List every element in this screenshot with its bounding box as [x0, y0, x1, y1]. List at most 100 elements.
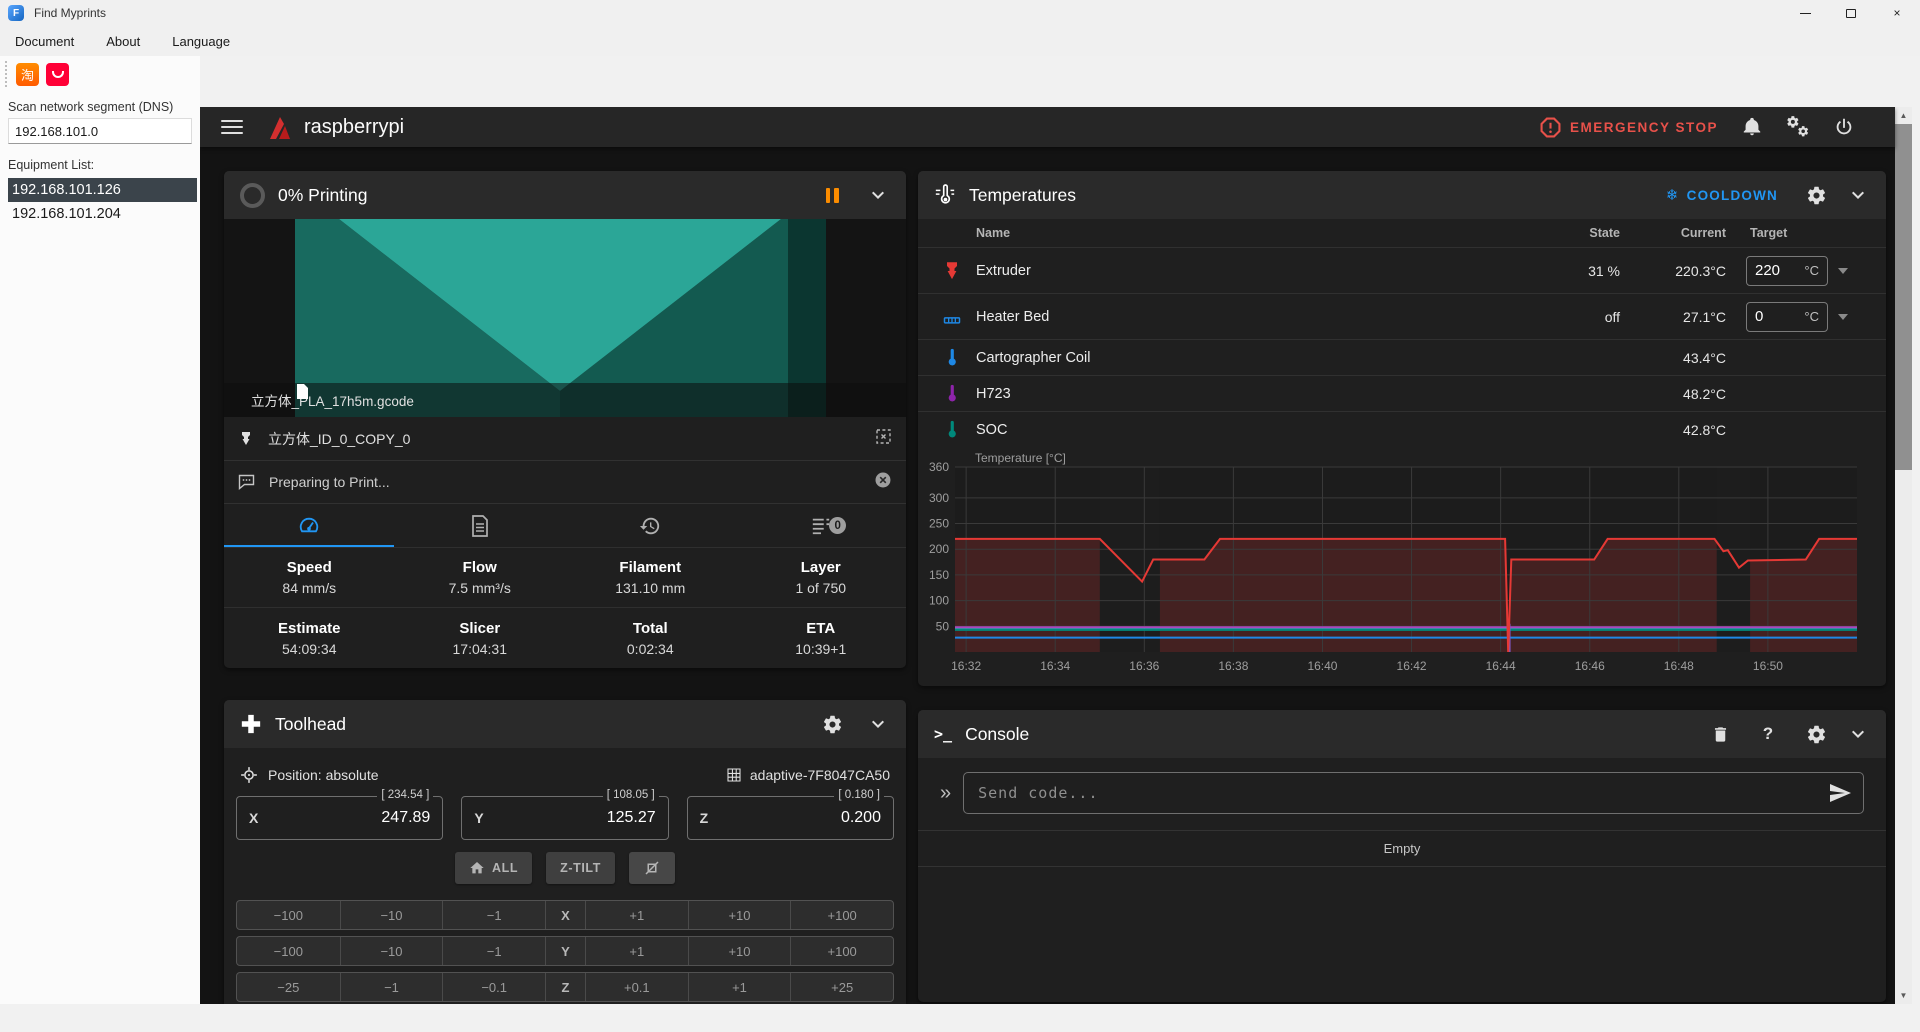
console-gear-icon[interactable]	[1804, 722, 1828, 746]
pause-button[interactable]	[820, 183, 844, 207]
menu-icon[interactable]	[221, 120, 243, 134]
toolhead-gear-icon[interactable]	[820, 712, 844, 736]
z-tilt-button[interactable]: Z-TILT	[546, 852, 615, 884]
emergency-stop-button[interactable]: EMERGENCY STOP	[1540, 117, 1718, 138]
jog-x-minus-1[interactable]: −1	[442, 901, 545, 929]
extruder-target-dropdown-caret[interactable]	[1838, 268, 1848, 274]
print-preview-image: 立方体_PLA_17h5m.gcode	[224, 219, 906, 417]
jog-x-minus-10[interactable]: −10	[340, 901, 443, 929]
jog-y-plus-100[interactable]: +100	[790, 937, 893, 965]
collapse-chevron-icon[interactable]	[866, 183, 890, 207]
chart-title: Temperature [°C]	[975, 451, 1066, 465]
window-title: Find Myprints	[34, 6, 106, 20]
motors-off-icon	[643, 859, 661, 877]
terminal-prompt-icon: >_	[934, 725, 952, 743]
console-header: >_ Console ?	[918, 710, 1886, 758]
bed-mesh-name: adaptive-7F8047CA50	[750, 767, 890, 783]
send-button[interactable]	[1828, 781, 1852, 805]
jog-z-plus-25[interactable]: +25	[790, 973, 893, 1001]
svg-text:16:36: 16:36	[1129, 659, 1159, 673]
motors-off-button[interactable]	[629, 852, 675, 884]
menu-document[interactable]: Document	[15, 34, 74, 49]
tab-queue[interactable]: 0	[736, 504, 907, 547]
webview-scrollbar[interactable]: ▲ ▼	[1895, 107, 1912, 1004]
printer-hostname[interactable]: raspberrypi	[304, 116, 404, 139]
tab-speed[interactable]	[224, 504, 395, 547]
equipment-list: 192.168.101.126 192.168.101.204	[0, 178, 200, 226]
notifications-bell-icon[interactable]	[1740, 115, 1764, 139]
toolhead-chevron-icon[interactable]	[866, 712, 890, 736]
jog-x-plus-10[interactable]: +10	[688, 901, 791, 929]
toolbar-drag-handle[interactable]	[5, 61, 9, 87]
tmall-button[interactable]	[46, 63, 69, 86]
console-chevron-icon[interactable]	[1846, 722, 1870, 746]
print-message: Preparing to Print...	[269, 474, 390, 490]
jog-x-plus-100[interactable]: +100	[790, 901, 893, 929]
jog-y-plus-10[interactable]: +10	[688, 937, 791, 965]
toolbar: 淘	[0, 56, 200, 92]
exclude-object-button[interactable]	[875, 428, 892, 450]
scroll-up-arrow[interactable]: ▲	[1895, 107, 1912, 124]
cooldown-button[interactable]: ❄ COOLDOWN	[1666, 186, 1778, 204]
dpad-icon	[240, 713, 262, 735]
z-position-field[interactable]: [ 0.180 ] Z 0.200	[687, 796, 894, 840]
home-all-button[interactable]: ALL	[455, 852, 532, 884]
bed-mesh-indicator[interactable]: adaptive-7F8047CA50	[726, 767, 890, 783]
jog-y-minus-100[interactable]: −100	[237, 937, 340, 965]
jog-x-axis-label: X	[545, 901, 585, 929]
console-input[interactable]	[963, 772, 1864, 814]
extruder-target-input[interactable]: °C	[1746, 256, 1828, 286]
jog-z-minus-1[interactable]: −1	[340, 973, 443, 1001]
taobao-button[interactable]: 淘	[16, 63, 39, 86]
heater-bed-target-input[interactable]: °C	[1746, 302, 1828, 332]
home-icon	[469, 860, 485, 876]
equipment-item[interactable]: 192.168.101.204	[8, 202, 197, 226]
x-limit-label: [ 234.54 ]	[377, 789, 433, 801]
close-button[interactable]: ×	[1874, 0, 1920, 26]
heater-bed-target-dropdown-caret[interactable]	[1838, 314, 1848, 320]
dismiss-message-button[interactable]	[874, 471, 892, 494]
menu-language[interactable]: Language	[172, 34, 230, 49]
svg-text:16:34: 16:34	[1040, 659, 1070, 673]
taobao-icon: 淘	[21, 65, 34, 84]
scroll-down-arrow[interactable]: ▼	[1895, 987, 1912, 1004]
jog-x-plus-1[interactable]: +1	[585, 901, 688, 929]
scan-input[interactable]	[8, 118, 192, 144]
temperature-table-header: Name State Current Target	[918, 219, 1886, 247]
navbar-actions: EMERGENCY STOP	[1540, 107, 1878, 147]
jog-z-minus-25[interactable]: −25	[237, 973, 340, 1001]
equipment-item-selected[interactable]: 192.168.101.126	[8, 178, 197, 202]
jog-y-plus-1[interactable]: +1	[585, 937, 688, 965]
jog-z-plus-1[interactable]: +1	[688, 973, 791, 1001]
homing-buttons-row: ALL Z-TILT	[224, 852, 906, 886]
jog-z-minus-01[interactable]: −0.1	[442, 973, 545, 1001]
temperatures-gear-icon[interactable]	[1804, 183, 1828, 207]
help-icon[interactable]: ?	[1756, 722, 1780, 746]
menu-about[interactable]: About	[106, 34, 140, 49]
close-icon: ×	[1893, 6, 1900, 20]
settings-gears-icon[interactable]	[1786, 115, 1810, 139]
jog-row-y: −100 −10 −1 Y +1 +10 +100	[236, 936, 894, 966]
mainsail-logo[interactable]	[265, 114, 292, 141]
jog-x-minus-100[interactable]: −100	[237, 901, 340, 929]
thermometer-icon	[942, 348, 962, 368]
y-position-field[interactable]: [ 108.05 ] Y 125.27	[461, 796, 668, 840]
x-position-field[interactable]: [ 234.54 ] X 247.89	[236, 796, 443, 840]
jog-y-minus-10[interactable]: −10	[340, 937, 443, 965]
tab-file[interactable]	[395, 504, 566, 547]
jog-y-minus-1[interactable]: −1	[442, 937, 545, 965]
temperature-chart-plot[interactable]: 5010015020025030036016:3216:3416:3616:38…	[918, 447, 1886, 686]
console-title: Console	[965, 724, 1029, 745]
maximize-button[interactable]	[1828, 0, 1874, 26]
temperatures-chevron-icon[interactable]	[1846, 183, 1870, 207]
svg-text:16:42: 16:42	[1397, 659, 1427, 673]
jog-y-axis-label: Y	[545, 937, 585, 965]
print-status-card: 0% Printing 立方体_PLA_17h5m.gcode	[224, 171, 906, 668]
jog-z-plus-01[interactable]: +0.1	[585, 973, 688, 1001]
minimize-button[interactable]	[1782, 0, 1828, 26]
scrollbar-thumb[interactable]	[1895, 124, 1912, 470]
trash-icon[interactable]	[1708, 722, 1732, 746]
power-icon[interactable]	[1832, 115, 1856, 139]
toolhead-card: Toolhead Position: absolute adaptive-7F8…	[224, 700, 906, 1004]
tab-history[interactable]	[565, 504, 736, 547]
